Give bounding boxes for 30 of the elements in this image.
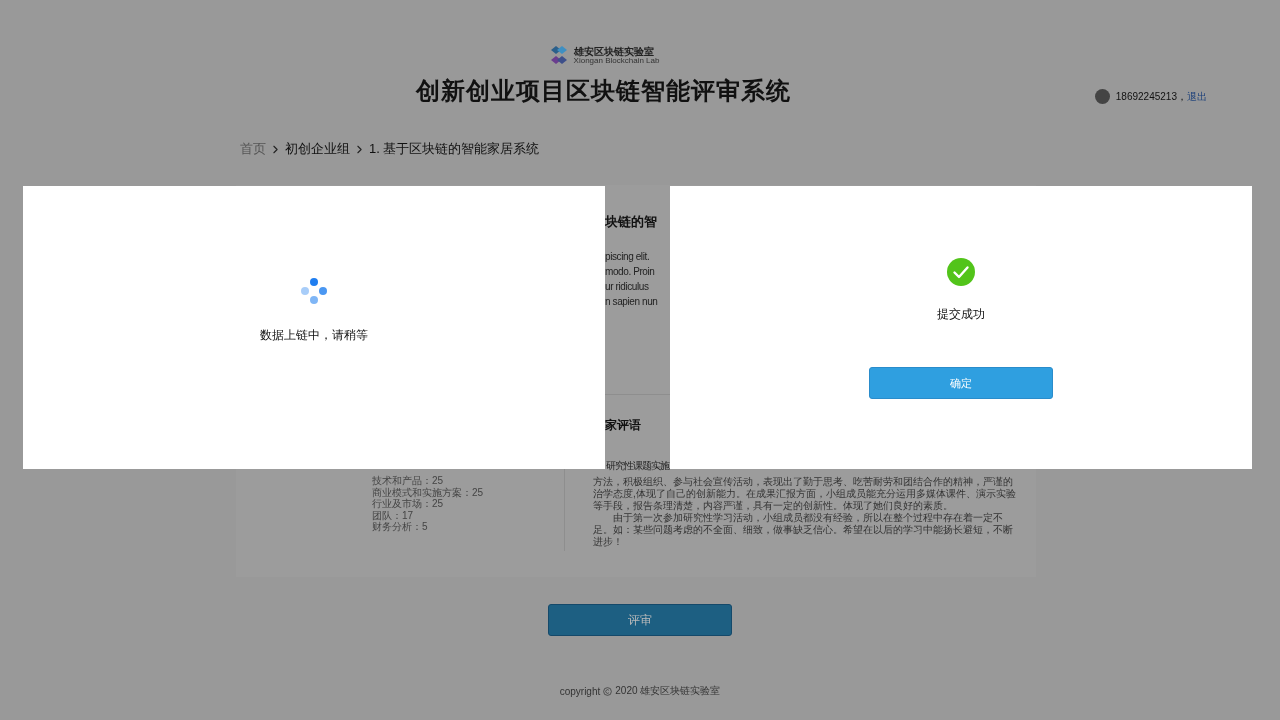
score-text: 商业模式和实施方案：25 bbox=[372, 486, 485, 498]
project-title: 块链的智 bbox=[605, 213, 657, 231]
footer-owner: 2020 雄安区块链实验室 bbox=[615, 684, 721, 698]
breadcrumb-link[interactable]: 1. 基于区块链的智能家居系统 bbox=[369, 140, 540, 158]
logo-subtitle: Xiongan Blockchain Lab bbox=[573, 57, 660, 64]
description-text: modo. Proin bbox=[605, 265, 655, 279]
logo-text: 雄安区块链实验室 bbox=[573, 46, 655, 57]
description-text: ur ridiculus bbox=[605, 280, 649, 294]
score-text: 技术和产品：25 bbox=[372, 475, 445, 487]
comments-heading: 家评语 bbox=[605, 417, 642, 434]
comment-text: 研究性课题实施 bbox=[606, 460, 669, 472]
breadcrumb-link[interactable]: 首页 bbox=[240, 140, 266, 158]
review-button[interactable]: 评审 bbox=[548, 604, 732, 636]
copyright-text: copyright bbox=[559, 685, 601, 697]
spinner-icon bbox=[300, 277, 328, 305]
page-title: 创新创业项目区块链智能评审系统 bbox=[416, 78, 791, 104]
avatar bbox=[1094, 89, 1110, 104]
logout-link[interactable]: 退出 bbox=[1187, 89, 1207, 104]
description-text: piscing elit. bbox=[605, 250, 650, 264]
user-phone: 18692245213， bbox=[1115, 89, 1187, 104]
loading-message: 数据上链中，请稍等 bbox=[260, 327, 368, 344]
success-check-icon bbox=[947, 258, 975, 286]
score-text: 团队：17 bbox=[372, 509, 415, 521]
success-message: 提交成功 bbox=[937, 306, 985, 323]
description-text: n sapien nun bbox=[605, 295, 658, 309]
copyright-icon bbox=[603, 686, 613, 696]
score-text: 行业及市场：25 bbox=[372, 498, 445, 510]
score-text: 财务分析：5 bbox=[372, 521, 429, 533]
confirm-button[interactable]: 确定 bbox=[869, 367, 1053, 399]
breadcrumb-link[interactable]: 初创企业组 bbox=[285, 140, 350, 158]
